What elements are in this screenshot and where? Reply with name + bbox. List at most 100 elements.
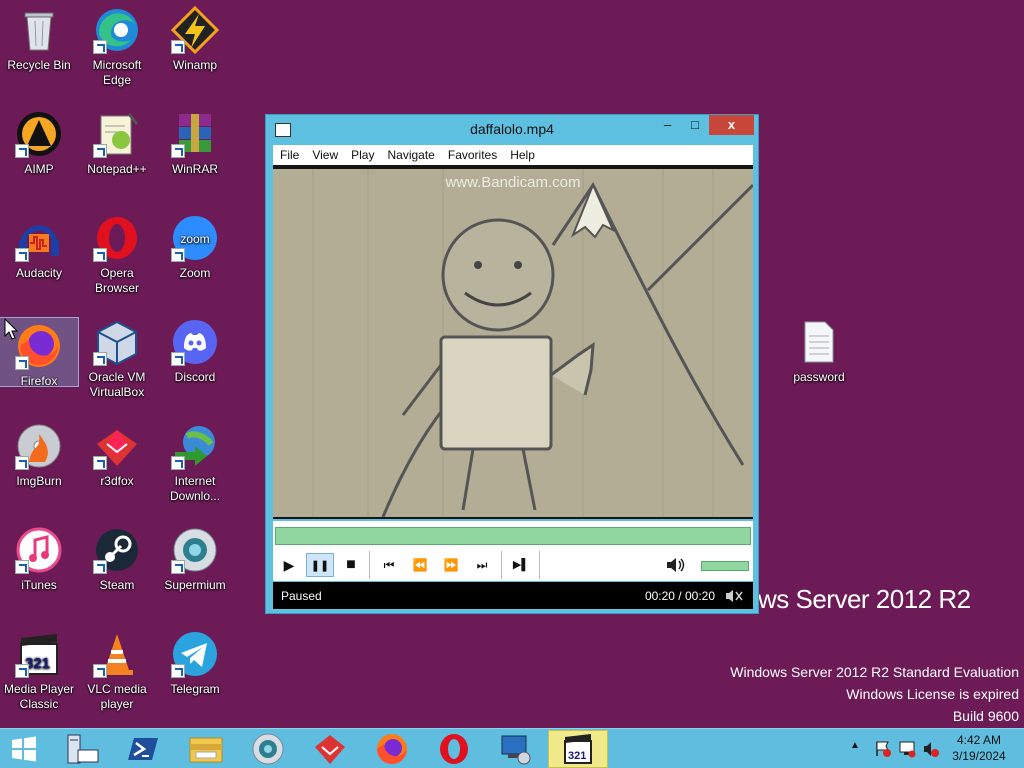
window-titlebar[interactable]: daffalolo.mp4 – □ x [266, 115, 758, 145]
desktop-icon-r3dfox[interactable]: r3dfox [78, 418, 156, 489]
frame-step-button[interactable]: ▶▌ [507, 553, 535, 577]
shortcut-arrow-icon [171, 40, 185, 54]
discord-icon [171, 318, 219, 366]
shortcut-arrow-icon [93, 456, 107, 470]
volume-mute-button[interactable] [661, 553, 689, 577]
zoom-icon: zoom [171, 214, 219, 262]
separator [501, 551, 502, 579]
speaker-icon [667, 558, 685, 572]
imgburn-icon [15, 422, 63, 470]
desktop-icon-winrar[interactable]: WinRAR [156, 106, 234, 177]
taskbar-server-manager[interactable] [52, 730, 112, 768]
desktop-icon-label: ImgBurn [16, 474, 62, 488]
watermark-build: Build 9600 [952, 708, 1019, 724]
taskbar-file-explorer[interactable] [176, 730, 236, 768]
video-frame: www.Bandicam.com [273, 169, 753, 518]
shortcut-arrow-icon [15, 456, 29, 470]
shortcut-arrow-icon [171, 664, 185, 678]
desktop-icon-aimp[interactable]: AIMP [0, 106, 78, 177]
taskbar-opera[interactable] [424, 730, 484, 768]
start-button[interactable] [0, 730, 48, 768]
minimize-button[interactable]: – [654, 115, 681, 135]
text-file-icon [795, 318, 843, 366]
desktop-icon-steam[interactable]: Steam [78, 522, 156, 593]
desktop-icon-password[interactable]: password [780, 314, 858, 385]
desktop-icon-notepadpp[interactable]: Notepad++ [78, 106, 156, 177]
taskbar-supermium[interactable] [238, 730, 298, 768]
desktop-icon-label: Zoom [179, 266, 211, 280]
menu-favorites[interactable]: Favorites [441, 145, 503, 162]
shortcut-arrow-icon [15, 560, 29, 574]
network-icon [501, 735, 531, 765]
volume-slider[interactable] [701, 561, 749, 571]
supermium-icon [252, 733, 284, 765]
menu-help[interactable]: Help [503, 145, 541, 162]
shortcut-arrow-icon [15, 356, 29, 370]
shortcut-arrow-icon [171, 248, 185, 262]
shortcut-arrow-icon [171, 144, 185, 158]
seek-bar[interactable] [275, 527, 751, 545]
desktop-icon-label: Supermium [164, 578, 226, 592]
media-player-window[interactable]: daffalolo.mp4 – □ x File View Play Navigate… [265, 114, 759, 614]
shortcut-arrow-icon [171, 560, 185, 574]
close-button[interactable]: x [709, 115, 754, 135]
idm-icon [171, 422, 219, 470]
network-tray-icon[interactable] [898, 740, 916, 768]
menu-view[interactable]: View [305, 145, 344, 162]
rewind-button[interactable]: ⏪ [406, 553, 434, 577]
desktop-icon-recycle-bin[interactable]: Recycle Bin [0, 2, 78, 73]
pause-button[interactable]: ❚❚ [306, 553, 334, 577]
aimp-icon [15, 110, 63, 158]
desktop-icon-label: Opera Browser [94, 266, 139, 295]
action-center-flag-icon[interactable] [874, 740, 892, 768]
menu-navigate[interactable]: Navigate [380, 145, 440, 162]
desktop-icon-label: iTunes [21, 578, 57, 592]
menu-play[interactable]: Play [344, 145, 380, 162]
edge-icon [93, 6, 141, 54]
next-button[interactable]: ⏭ [468, 553, 496, 577]
firefox-icon [15, 322, 63, 370]
taskbar-network[interactable] [486, 730, 546, 768]
video-area[interactable]: www.Bandicam.com [273, 165, 753, 519]
taskbar-powershell[interactable] [114, 730, 174, 768]
desktop-icon-zoom[interactable]: zoom Zoom [156, 210, 234, 281]
steam-icon [93, 526, 141, 574]
clock-date: 3/19/2024 [952, 749, 1006, 763]
volume-tray-icon[interactable] [922, 740, 940, 768]
desktop-icon-label: Microsoft Edge [92, 58, 142, 87]
taskbar-media-player-classic[interactable]: 321 [548, 730, 608, 768]
desktop-icon-telegram[interactable]: Telegram [156, 626, 234, 697]
menu-file[interactable]: File [273, 145, 305, 162]
stop-button[interactable]: ■ [337, 553, 365, 577]
shortcut-arrow-icon [171, 352, 185, 366]
tray-overflow-chevron[interactable]: ▲ [850, 740, 860, 768]
audio-mute-status-icon [726, 590, 743, 602]
vlc-icon [93, 630, 141, 678]
clock[interactable]: 4:42 AM 3/19/2024 [948, 732, 1010, 768]
desktop-icon-discord[interactable]: Discord [156, 314, 234, 385]
desktop-icon-virtualbox[interactable]: Oracle VM VirtualBox [78, 314, 156, 400]
desktop-icon-winamp[interactable]: Winamp [156, 2, 234, 73]
desktop-icon-vlc[interactable]: VLC media player [78, 626, 156, 712]
r3dfox-icon [93, 422, 141, 470]
desktop-icon-label: Firefox [20, 374, 58, 388]
desktop-icon-media-player-classic[interactable]: 321 Media Player Classic [0, 626, 78, 712]
desktop-icon-itunes[interactable]: iTunes [0, 522, 78, 593]
maximize-button[interactable]: □ [682, 115, 708, 135]
taskbar-firefox[interactable] [362, 730, 422, 768]
previous-button[interactable]: ⏮ [375, 553, 403, 577]
desktop-icon-audacity[interactable]: Audacity [0, 210, 78, 281]
desktop-icon-opera[interactable]: Opera Browser [78, 210, 156, 296]
desktop-icon-imgburn[interactable]: ImgBurn [0, 418, 78, 489]
play-button[interactable]: ▶ [275, 553, 303, 577]
desktop-icon-internet-download-manager[interactable]: Internet Downlo... [156, 418, 234, 504]
desktop-icon-supermium[interactable]: Supermium [156, 522, 234, 593]
recycle-bin-icon [15, 6, 63, 54]
desktop-icon-label: Telegram [170, 682, 220, 696]
winamp-icon [170, 5, 220, 55]
desktop-icon-microsoft-edge[interactable]: Microsoft Edge [78, 2, 156, 88]
desktop-icon-label: r3dfox [100, 474, 134, 488]
fast-forward-button[interactable]: ⏩ [437, 553, 465, 577]
desktop-icon-label: Oracle VM VirtualBox [88, 370, 146, 399]
taskbar-r3dfox[interactable] [300, 730, 360, 768]
